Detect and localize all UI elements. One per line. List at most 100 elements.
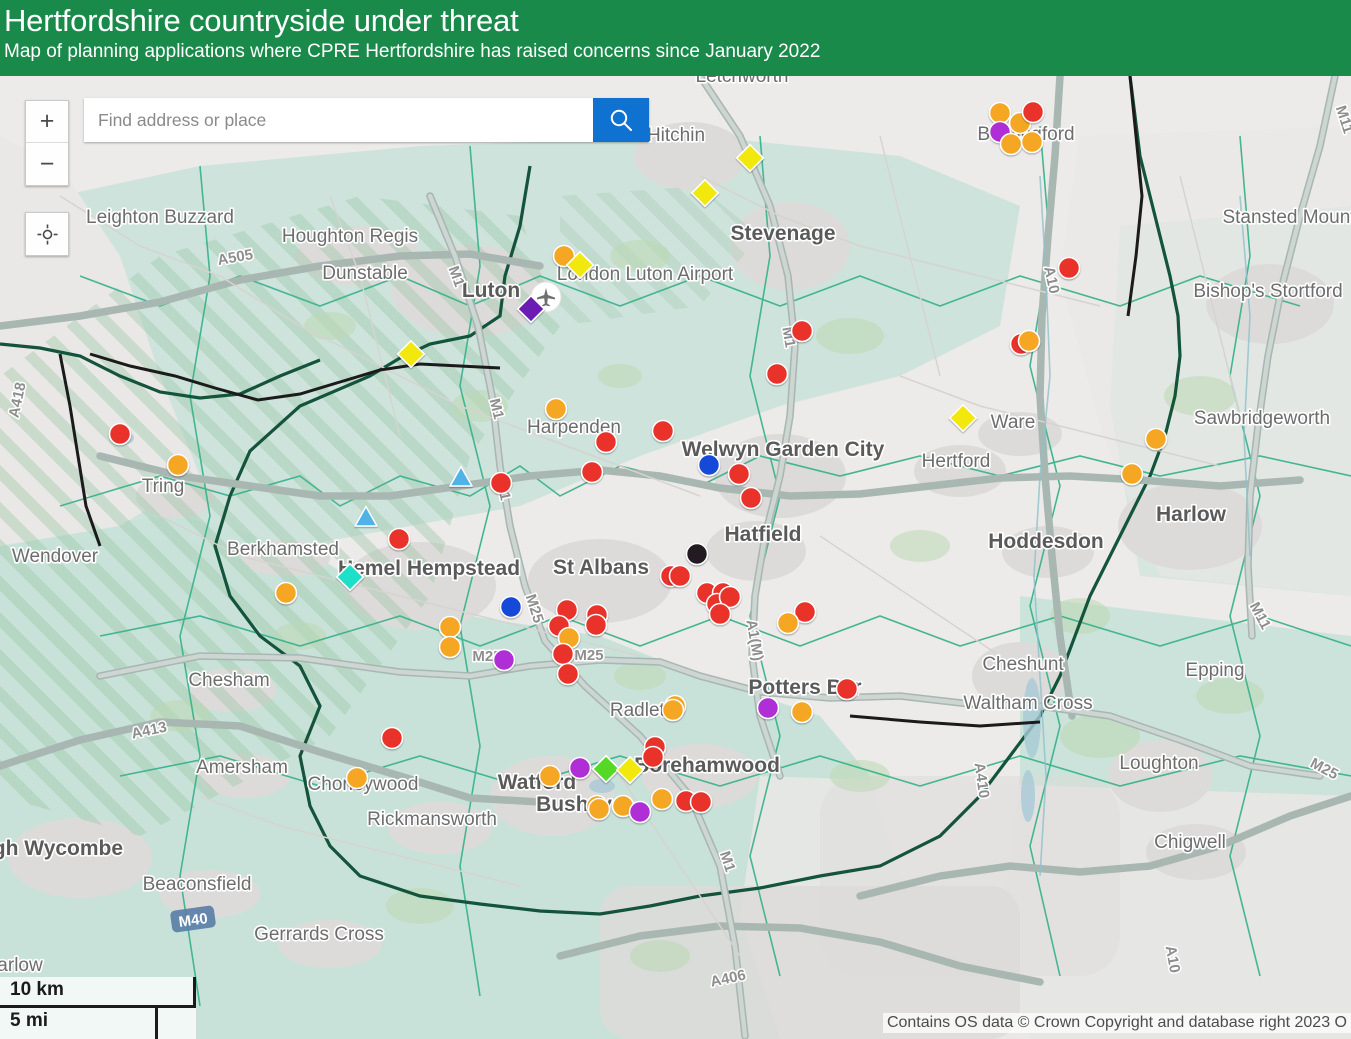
map-marker[interactable] <box>1017 329 1041 353</box>
map-marker[interactable] <box>345 766 369 790</box>
map-label: Chesham <box>188 670 269 691</box>
map-marker[interactable] <box>166 453 190 477</box>
map-graphics: Letchworth Hitchin Stevenage Leighton Buzza… <box>0 76 1351 1039</box>
map-label: Stansted Mount <box>1222 207 1351 228</box>
map-label: igh Wycombe <box>0 837 123 860</box>
attribution-text: Contains OS data © Crown Copyright and d… <box>882 1013 1351 1033</box>
map-marker[interactable] <box>708 602 732 626</box>
map-label: Amersham <box>196 757 288 778</box>
map-marker[interactable] <box>776 611 800 635</box>
map-marker[interactable] <box>689 790 713 814</box>
page-header: Hertfordshire countryside under threat M… <box>0 0 1351 76</box>
road-label: M25 <box>574 647 603 664</box>
map-marker[interactable] <box>650 787 674 811</box>
map-application: Hertfordshire countryside under threat M… <box>0 0 1351 1039</box>
map-canvas[interactable]: Letchworth Hitchin Stevenage Leighton Buzza… <box>0 76 1351 1039</box>
map-label: arlow <box>0 955 43 976</box>
map-marker[interactable] <box>765 362 789 386</box>
locate-button[interactable] <box>25 212 69 256</box>
search-icon <box>610 109 632 131</box>
map-label: Ware <box>991 412 1036 433</box>
map-label: Waltham Cross <box>963 693 1092 714</box>
map-label: Houghton Regis <box>282 226 418 247</box>
map-marker[interactable] <box>685 542 709 566</box>
scale-metric-label: 10 km <box>10 979 64 1000</box>
map-marker[interactable] <box>1120 462 1144 486</box>
map-marker[interactable] <box>651 419 675 443</box>
map-marker[interactable] <box>108 422 132 446</box>
map-label: Hertford <box>922 451 991 472</box>
map-marker[interactable] <box>661 698 685 722</box>
map-marker[interactable] <box>438 615 462 639</box>
map-marker[interactable] <box>668 564 692 588</box>
map-label: Gerrards Cross <box>254 924 384 945</box>
map-marker[interactable] <box>387 527 411 551</box>
map-label: Hoddesdon <box>988 530 1104 553</box>
map-marker[interactable] <box>594 430 618 454</box>
map-marker[interactable] <box>587 797 611 821</box>
map-label: Hatfield <box>724 523 801 546</box>
map-label: Radlett <box>610 700 671 721</box>
map-label: St Albans <box>553 556 649 579</box>
map-marker[interactable] <box>988 101 1012 125</box>
map-marker[interactable] <box>1020 130 1044 154</box>
map-marker[interactable] <box>697 453 721 477</box>
zoom-in-button[interactable]: + <box>26 101 68 143</box>
map-label: Wendover <box>12 546 99 567</box>
map-marker[interactable] <box>1021 100 1045 124</box>
map-label: Luton <box>462 279 520 302</box>
map-marker[interactable] <box>835 677 859 701</box>
map-marker[interactable] <box>556 662 580 686</box>
map-label: Berkhamsted <box>227 539 339 560</box>
search-button[interactable] <box>593 98 649 142</box>
zoom-control[interactable]: + − <box>25 100 69 186</box>
map-marker[interactable] <box>756 696 780 720</box>
page-title: Hertfordshire countryside under threat <box>4 3 519 38</box>
map-label: Beaconsfield <box>143 874 252 895</box>
map-label: Leighton Buzzard <box>86 207 234 228</box>
map-label: Sawbridgeworth <box>1194 408 1330 429</box>
map-marker[interactable] <box>790 319 814 343</box>
scale-metric: 10 km <box>0 977 196 1008</box>
zoom-out-button[interactable]: − <box>26 143 68 185</box>
map-marker[interactable] <box>538 764 562 788</box>
map-marker[interactable] <box>499 595 523 619</box>
map-marker[interactable] <box>1144 427 1168 451</box>
search-bar[interactable] <box>84 98 649 142</box>
map-label: Epping <box>1185 660 1244 681</box>
map-label: Cheshunt <box>982 654 1064 675</box>
map-marker[interactable] <box>568 756 592 780</box>
map-label: Letchworth <box>696 76 789 87</box>
map-marker[interactable] <box>628 800 652 824</box>
map-marker[interactable] <box>274 581 298 605</box>
map-marker[interactable] <box>544 397 568 421</box>
map-label: Hemel Hempstead <box>338 557 520 580</box>
map-marker[interactable] <box>790 700 814 724</box>
map-marker[interactable] <box>492 648 516 672</box>
map-label: Watford <box>498 771 577 794</box>
map-marker[interactable] <box>727 462 751 486</box>
map-label: Chigwell <box>1154 832 1226 853</box>
search-input[interactable] <box>84 98 593 142</box>
map-label: Dunstable <box>322 263 408 284</box>
page-subtitle: Map of planning applications where CPRE … <box>4 41 821 62</box>
map-marker[interactable] <box>999 132 1023 156</box>
map-label: Hitchin <box>647 125 705 146</box>
map-marker[interactable] <box>380 726 404 750</box>
scale-bar: 10 km 5 mi <box>0 977 196 1039</box>
map-label: Stevenage <box>730 222 835 245</box>
map-label: Rickmansworth <box>367 809 497 830</box>
map-label: Loughton <box>1119 753 1198 774</box>
map-marker[interactable] <box>1057 256 1081 280</box>
map-marker[interactable] <box>489 471 513 495</box>
map-marker[interactable] <box>438 635 462 659</box>
map-marker[interactable] <box>584 613 608 637</box>
map-marker[interactable] <box>739 486 763 510</box>
map-label: Harlow <box>1156 503 1227 526</box>
map-label: Bishop's Stortford <box>1193 281 1342 302</box>
scale-imperial: 5 mi <box>0 1008 158 1039</box>
map-marker[interactable] <box>551 642 575 666</box>
locate-icon <box>36 223 58 245</box>
map-marker[interactable] <box>580 460 604 484</box>
map-marker[interactable] <box>641 745 665 769</box>
